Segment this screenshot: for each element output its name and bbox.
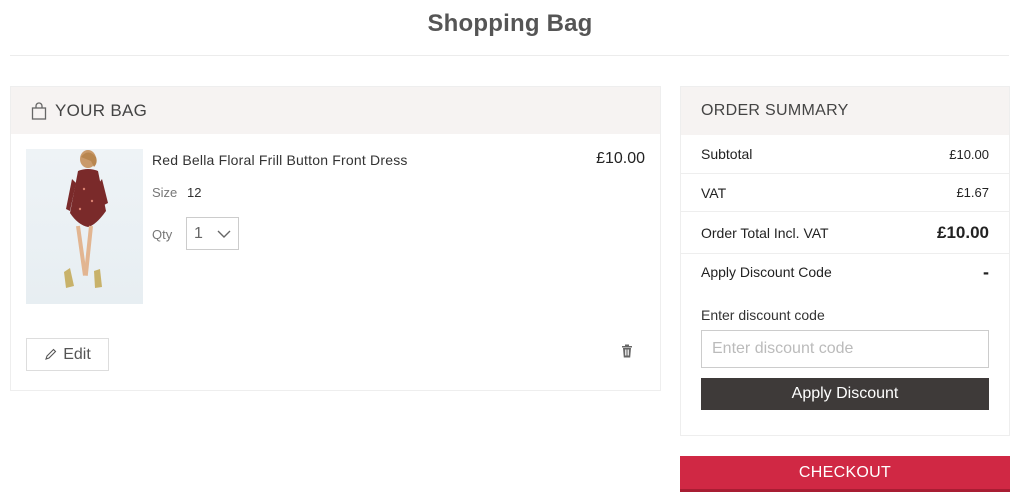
discount-field-label: Enter discount code: [701, 307, 825, 323]
discount-code-input[interactable]: [701, 330, 989, 368]
pencil-icon: [45, 348, 57, 360]
edit-button-label: Edit: [63, 345, 91, 363]
vat-label: VAT: [701, 184, 727, 201]
size-label: Size: [152, 185, 178, 200]
title-divider: [10, 55, 1009, 56]
subtotal-row: Subtotal £10.00: [681, 135, 1009, 174]
order-total-label: Order Total Incl. VAT: [701, 224, 829, 241]
edit-button[interactable]: Edit: [26, 338, 109, 371]
product-image[interactable]: [26, 149, 143, 304]
order-total-value: £10.00: [937, 222, 989, 242]
subtotal-value: £10.00: [949, 146, 989, 162]
bag-header-label: YOUR BAG: [55, 100, 148, 120]
chevron-down-icon: [217, 230, 231, 238]
quantity-value: 1: [194, 224, 203, 242]
discount-toggle-label: Apply Discount Code: [701, 264, 832, 280]
bag-panel: YOUR BAG Red Bella Floral Frill Button F…: [10, 86, 661, 391]
order-total-row: Order Total Incl. VAT £10.00: [681, 212, 1009, 254]
vat-row: VAT £1.67: [681, 174, 1009, 212]
checkout-button[interactable]: CHECKOUT: [680, 456, 1010, 492]
size-value: 12: [187, 185, 202, 200]
order-summary-header: ORDER SUMMARY: [681, 87, 1009, 135]
bag-icon: [31, 101, 47, 120]
product-name[interactable]: Red Bella Floral Frill Button Front Dres…: [152, 152, 408, 168]
product-price: £10.00: [596, 150, 645, 167]
subtotal-label: Subtotal: [701, 146, 753, 162]
collapse-icon[interactable]: -: [983, 262, 989, 283]
bag-header: YOUR BAG: [11, 87, 660, 134]
qty-label: Qty: [152, 227, 173, 242]
discount-toggle[interactable]: Apply Discount Code -: [681, 254, 1009, 290]
quantity-select[interactable]: 1: [186, 217, 239, 250]
vat-value: £1.67: [956, 185, 989, 200]
page-title: Shopping Bag: [427, 10, 593, 37]
apply-discount-button[interactable]: Apply Discount: [701, 378, 989, 410]
trash-icon[interactable]: [621, 344, 633, 358]
order-summary-panel: ORDER SUMMARY Subtotal £10.00 VAT £1.67 …: [680, 86, 1010, 436]
